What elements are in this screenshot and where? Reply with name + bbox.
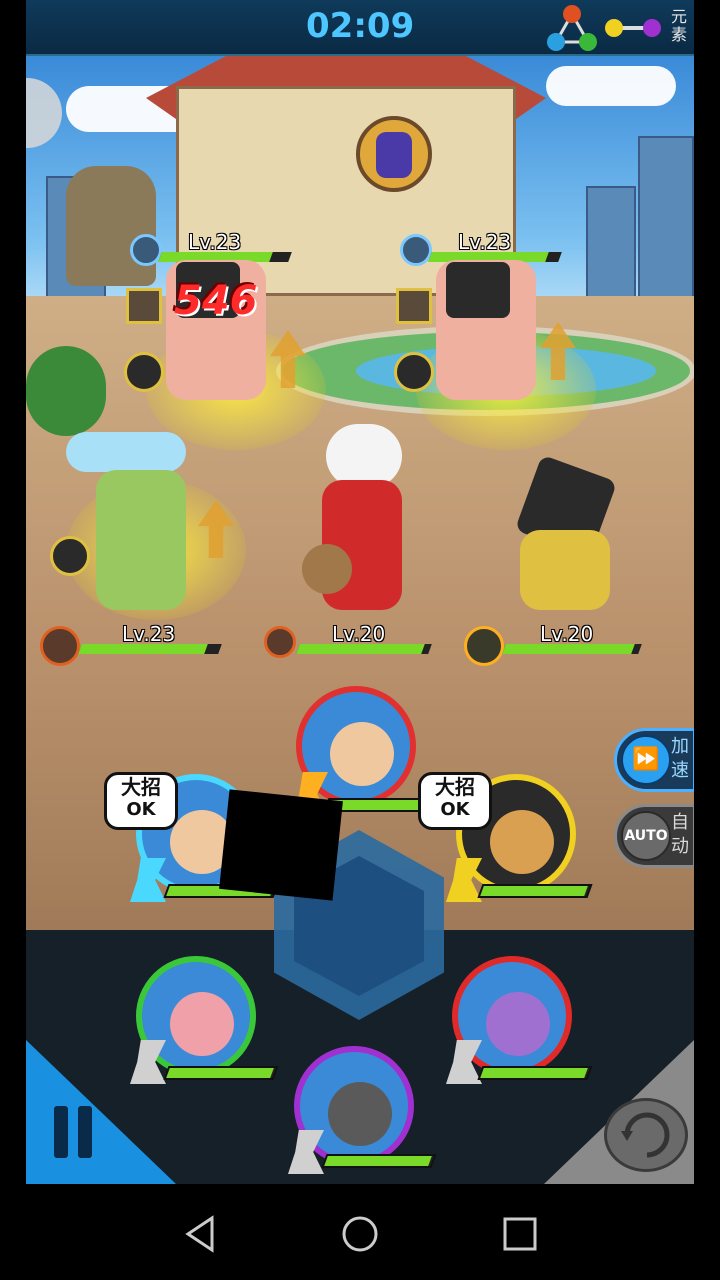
auto-button[interactable]: AUTO 自动 — [614, 804, 694, 868]
ally-level: Lv.20 — [540, 622, 594, 646]
element-link-icon — [605, 19, 661, 37]
energy-bar — [477, 1066, 593, 1080]
ally-hp-bar: Lv.20 — [464, 622, 654, 666]
redaction-box — [219, 789, 343, 901]
recents-icon[interactable] — [500, 1214, 540, 1254]
speed-up-label: 加速 — [671, 736, 689, 781]
cloud — [546, 66, 676, 106]
energy-bar — [321, 1154, 437, 1168]
shield-icon — [264, 626, 296, 658]
auto-icon: AUTO — [621, 811, 671, 861]
element-triangle-icon — [547, 5, 597, 51]
bush — [26, 346, 106, 436]
ally-hp-bar: Lv.20 — [264, 622, 444, 658]
shield-buff-icon — [394, 352, 434, 392]
system-navigation-bar — [0, 1184, 720, 1280]
fast-forward-icon: ⏩ — [621, 735, 671, 785]
screen: 02:09 元素 Lv.23 546 Lv.23 Lv.23 Lv.20 Lv.… — [0, 0, 720, 1280]
home-icon[interactable] — [340, 1214, 380, 1254]
speed-up-button[interactable]: ⏩ 加速 — [614, 728, 694, 792]
temple-emblem — [356, 116, 432, 192]
spiral-icon — [40, 626, 80, 666]
element-button[interactable]: 元素 — [544, 2, 694, 54]
top-bar: 02:09 元素 — [26, 0, 694, 56]
enemy-hp-bar: Lv.23 — [400, 230, 570, 266]
enemy-level: Lv.23 — [188, 230, 242, 254]
skyscraper — [586, 186, 636, 306]
ally-bear-brute[interactable] — [520, 530, 610, 610]
enemy-hp-bar: Lv.23 — [130, 230, 300, 266]
game-viewport: 02:09 元素 Lv.23 546 Lv.23 Lv.23 Lv.20 Lv.… — [26, 0, 694, 1184]
energy-bar — [163, 1066, 279, 1080]
defense-buff-icon — [126, 288, 162, 324]
enemy-level: Lv.23 — [458, 230, 512, 254]
rotate-icon — [621, 1112, 670, 1158]
ultimate-ready-badge: 大招 OK — [104, 772, 178, 830]
skyscraper — [638, 136, 694, 316]
ally-level: Lv.23 — [122, 622, 176, 646]
pause-icon — [54, 1106, 68, 1158]
damage-number: 546 — [174, 278, 258, 324]
pause-button[interactable] — [54, 1106, 98, 1158]
shield-buff-icon — [124, 352, 164, 392]
element-label: 元素 — [670, 7, 687, 44]
enemy-hat — [446, 262, 510, 318]
shield-icon — [464, 626, 504, 666]
ice-crown — [66, 432, 186, 472]
lion-statue — [66, 166, 156, 286]
battle-timer: 02:09 — [306, 6, 415, 46]
chef-hat — [326, 424, 402, 488]
auto-label: 自动 — [671, 812, 689, 857]
ally-hp-bar: Lv.23 — [40, 622, 230, 666]
water-buff-icon — [50, 536, 90, 576]
ally-ice-mage[interactable] — [96, 470, 186, 610]
defense-buff-icon — [396, 288, 432, 324]
ally-level: Lv.20 — [332, 622, 386, 646]
switch-formation-button[interactable] — [604, 1098, 688, 1172]
energy-bar — [477, 884, 593, 898]
wooden-shield — [302, 544, 352, 594]
ultimate-ready-badge: 大招 OK — [418, 772, 492, 830]
back-icon[interactable] — [180, 1214, 220, 1254]
